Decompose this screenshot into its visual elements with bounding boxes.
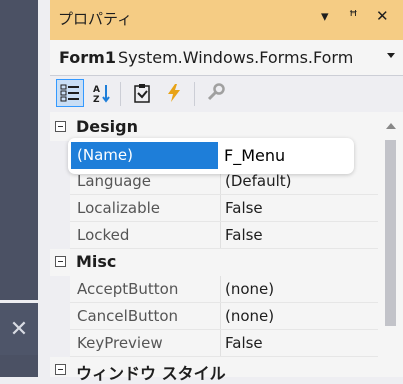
category-name: Design bbox=[76, 117, 138, 136]
collapse-icon[interactable] bbox=[55, 364, 66, 375]
property-value[interactable]: (Default) bbox=[225, 172, 292, 190]
property-name: (Name) bbox=[77, 146, 133, 164]
scrollbar-thumb[interactable] bbox=[385, 140, 396, 326]
property-row-cancelbutton[interactable]: CancelButton (none) bbox=[50, 303, 378, 330]
property-value[interactable]: False bbox=[225, 199, 263, 217]
column-divider bbox=[220, 303, 221, 330]
toolbar-separator bbox=[120, 82, 121, 106]
property-value[interactable]: (none) bbox=[225, 307, 274, 325]
row-gutter bbox=[50, 195, 70, 222]
property-value[interactable]: False bbox=[225, 226, 263, 244]
property-pages-icon bbox=[207, 83, 225, 101]
selected-property-row[interactable]: (Name) bbox=[68, 138, 354, 174]
alphabetical-icon: A Z bbox=[93, 85, 110, 103]
property-pages-button[interactable] bbox=[202, 79, 230, 107]
column-divider bbox=[220, 195, 221, 222]
categorized-button[interactable] bbox=[56, 79, 84, 107]
close-icon[interactable]: ✕ bbox=[376, 7, 389, 25]
column-divider bbox=[220, 330, 221, 357]
object-name: Form1 bbox=[59, 48, 116, 67]
close-icon[interactable]: ✕ bbox=[0, 303, 38, 355]
row-gutter bbox=[50, 303, 70, 330]
property-row-locked[interactable]: Locked False bbox=[50, 222, 378, 249]
row-gutter bbox=[50, 168, 70, 195]
property-name: CancelButton bbox=[77, 307, 179, 325]
panel-title: プロパティ bbox=[58, 10, 133, 28]
column-divider bbox=[220, 222, 221, 249]
collapse-icon[interactable] bbox=[55, 121, 66, 132]
scroll-up-icon[interactable] bbox=[386, 123, 396, 129]
property-name: Language bbox=[77, 172, 152, 190]
property-row-keypreview[interactable]: KeyPreview False bbox=[50, 330, 378, 357]
selected-property-name-cell[interactable]: (Name) bbox=[71, 142, 218, 169]
events-icon bbox=[168, 84, 180, 102]
chevron-down-icon[interactable] bbox=[387, 53, 395, 58]
properties-window: プロパティ ▾ ꟸ ✕ Form1 System.Windows.Forms.F… bbox=[50, 0, 403, 383]
property-value[interactable]: False bbox=[225, 334, 263, 352]
collapse-icon[interactable] bbox=[55, 256, 66, 267]
property-row-localizable[interactable]: Localizable False bbox=[50, 195, 378, 222]
category-window-style[interactable]: ウィンドウ スタイル bbox=[50, 357, 378, 384]
row-gutter bbox=[50, 330, 70, 357]
object-selector[interactable]: Form1 System.Windows.Forms.Form bbox=[50, 41, 403, 76]
row-gutter bbox=[50, 276, 70, 303]
category-misc[interactable]: Misc bbox=[50, 249, 378, 276]
properties-icon bbox=[134, 84, 150, 103]
events-button[interactable] bbox=[160, 79, 188, 107]
column-divider bbox=[220, 276, 221, 303]
properties-button[interactable] bbox=[128, 79, 156, 107]
window-position-icon[interactable]: ▾ bbox=[321, 7, 329, 25]
toolbar-separator bbox=[194, 82, 195, 106]
name-value-input[interactable] bbox=[221, 142, 350, 169]
object-type: System.Windows.Forms.Form bbox=[118, 48, 354, 67]
svg-text:Z: Z bbox=[93, 95, 100, 103]
category-name: ウィンドウ スタイル bbox=[76, 364, 226, 383]
left-dock-strip: ✕ bbox=[0, 0, 38, 377]
row-gutter bbox=[50, 141, 70, 168]
alphabetical-button[interactable]: A Z bbox=[88, 79, 116, 107]
property-name: Locked bbox=[77, 226, 130, 244]
svg-text:A: A bbox=[93, 85, 100, 95]
row-gutter bbox=[50, 222, 70, 249]
property-value[interactable]: (none) bbox=[225, 280, 274, 298]
title-bar: プロパティ ▾ ꟸ ✕ bbox=[50, 0, 403, 40]
category-design[interactable]: Design bbox=[50, 114, 378, 141]
property-edit-box[interactable] bbox=[221, 142, 350, 169]
category-name: Misc bbox=[76, 252, 117, 271]
dock-background-lower bbox=[0, 355, 38, 377]
property-name: Localizable bbox=[77, 199, 161, 217]
categorized-icon bbox=[60, 84, 79, 102]
properties-toolbar: A Z bbox=[50, 76, 403, 112]
property-name: KeyPreview bbox=[77, 334, 163, 352]
vertical-scrollbar[interactable] bbox=[378, 114, 403, 377]
pin-icon[interactable]: ꟸ bbox=[349, 7, 358, 25]
property-row-acceptbutton[interactable]: AcceptButton (none) bbox=[50, 276, 378, 303]
property-name: AcceptButton bbox=[77, 280, 179, 298]
dock-background bbox=[0, 0, 38, 300]
